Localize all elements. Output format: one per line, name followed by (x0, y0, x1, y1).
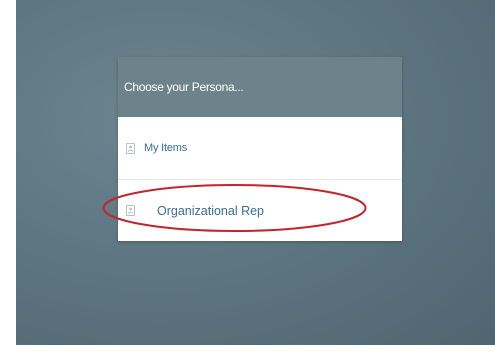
persona-item-label: My Items (144, 142, 188, 154)
dialog-title: Choose your Persona... (124, 80, 244, 94)
persona-item-organizational-rep[interactable]: Organizational Rep (118, 179, 402, 241)
persona-item-label: Organizational Rep (157, 203, 265, 218)
persona-dialog: Choose your Persona... My Items Organiza… (118, 57, 402, 241)
contact-card-icon (126, 205, 135, 216)
contact-card-icon (126, 142, 135, 154)
persona-item-my-items[interactable]: My Items (118, 117, 402, 179)
dialog-header: Choose your Persona... (118, 57, 402, 117)
